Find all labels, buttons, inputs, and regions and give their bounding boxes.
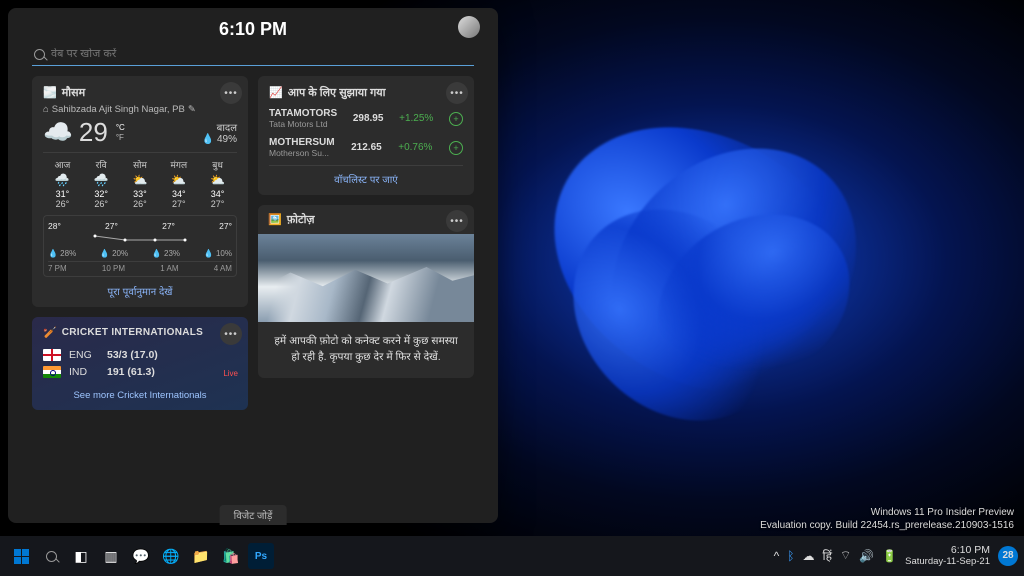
chat-button[interactable]: 💬 [128, 543, 154, 569]
photos-preview-image [258, 234, 474, 322]
photoshop-icon[interactable]: Ps [248, 543, 274, 569]
photos-error-message: हमें आपकी फ़ोटो को कनेक्ट करने में कुछ स… [258, 322, 474, 378]
forecast-day[interactable]: बुध⛅34°27° [198, 158, 237, 209]
forecast-day[interactable]: रवि🌧️32°26° [82, 158, 121, 209]
language-indicator[interactable]: हिं [822, 547, 831, 564]
cricket-title: CRICKET INTERNATIONALS [62, 327, 203, 338]
add-stock-button[interactable]: + [449, 141, 463, 155]
stocks-card[interactable]: 📈 आप के लिए सुझाया गया ••• TATAMOTORSTata… [258, 76, 474, 195]
weather-more-button[interactable]: ••• [220, 82, 242, 104]
build-watermark: Windows 11 Pro Insider Preview Evaluatio… [760, 506, 1014, 532]
stock-row[interactable]: MOTHERSUMMotherson Su...212.65+0.76%+ [269, 137, 463, 158]
stock-row[interactable]: TATAMOTORSTata Motors Ltd298.95+1.25%+ [269, 108, 463, 129]
explorer-icon[interactable]: 📁 [188, 543, 214, 569]
forecast-day[interactable]: आज🌧️31°26° [43, 158, 82, 209]
match-row: IND191 (61.3) [43, 366, 237, 378]
weather-title: मौसम [62, 85, 85, 100]
task-view-button[interactable]: ◧ [68, 543, 94, 569]
flag-icon [43, 366, 61, 378]
wifi-icon[interactable]: ⌔ [840, 548, 851, 563]
cloud-icon: ☁️ [43, 118, 73, 147]
search-bar[interactable] [32, 45, 474, 66]
weather-location: Sahibzada Ajit Singh Nagar, PB [52, 104, 185, 115]
photos-title: फ़ोटोज़ [287, 212, 315, 227]
photos-more-button[interactable]: ••• [446, 210, 468, 232]
start-button[interactable] [8, 543, 34, 569]
live-badge: Live [223, 369, 238, 378]
weather-full-forecast-link[interactable]: पूरा पूर्वानुमान देखें [43, 284, 237, 298]
taskbar-clock[interactable]: 6:10 PM Saturday-11-Sep-21 [905, 545, 990, 567]
cricket-icon: 🏏 [43, 326, 57, 339]
taskbar: ◧ ▥ 💬 🌐 📁 🛍️ Ps ^ ᛒ ☁ हिं ⌔ 🔊 🔋 6:10 PM … [0, 536, 1024, 576]
cricket-more-link[interactable]: See more Cricket Internationals [43, 390, 237, 401]
widgets-button[interactable]: ▥ [98, 543, 124, 569]
stocks-watchlist-link[interactable]: वॉचलिस्ट पर जाएं [269, 165, 463, 186]
weather-condition: बादल [202, 120, 237, 134]
edit-icon[interactable]: ✎ [188, 104, 196, 115]
forecast-day[interactable]: सोम⛅33°26° [121, 158, 160, 209]
weather-card[interactable]: 🌫️ मौसम ••• ⌂Sahibzada Ajit Singh Nagar, … [32, 76, 248, 307]
panel-clock: 6:10 PM [32, 19, 474, 40]
weather-icon: 🌫️ [43, 86, 57, 99]
search-button[interactable] [38, 543, 64, 569]
battery-icon[interactable]: 🔋 [882, 549, 897, 563]
search-input[interactable] [51, 48, 472, 60]
match-row: ENG53/3 (17.0) [43, 349, 237, 361]
add-widget-button[interactable]: विजेट जोड़ें [220, 505, 287, 525]
humidity: 💧 49% [202, 134, 237, 145]
volume-icon[interactable]: 🔊 [859, 549, 874, 563]
onedrive-icon[interactable]: ☁ [802, 549, 814, 563]
home-icon: ⌂ [43, 104, 49, 115]
add-stock-button[interactable]: + [449, 112, 463, 126]
cricket-card[interactable]: 🏏 CRICKET INTERNATIONALS ••• Live ENG53/3… [32, 317, 248, 410]
store-icon[interactable]: 🛍️ [218, 543, 244, 569]
flag-icon [43, 349, 61, 361]
temp-unit-toggle[interactable]: °C°F [116, 123, 125, 143]
forecast-day[interactable]: मंगल⛅34°27° [159, 158, 198, 209]
stocks-title: आप के लिए सुझाया गया [288, 85, 386, 100]
photos-icon: 🖼️ [268, 213, 282, 226]
edge-icon[interactable]: 🌐 [158, 543, 184, 569]
bluetooth-icon[interactable]: ᛒ [787, 549, 794, 563]
stocks-more-button[interactable]: ••• [446, 82, 468, 104]
photos-card[interactable]: 🖼️ फ़ोटोज़ ••• हमें आपकी फ़ोटो को कनेक्ट … [258, 205, 474, 378]
stocks-icon: 📈 [269, 86, 283, 99]
cricket-more-button[interactable]: ••• [220, 323, 242, 345]
widgets-panel: 6:10 PM 🌫️ मौसम ••• ⌂Sahibzada Ajit Singh… [8, 8, 498, 523]
notification-count[interactable]: 28 [998, 546, 1018, 566]
search-icon [34, 49, 45, 60]
user-avatar[interactable] [458, 16, 480, 38]
current-temp: 29 [79, 117, 108, 148]
tray-expand-icon[interactable]: ^ [774, 549, 780, 563]
